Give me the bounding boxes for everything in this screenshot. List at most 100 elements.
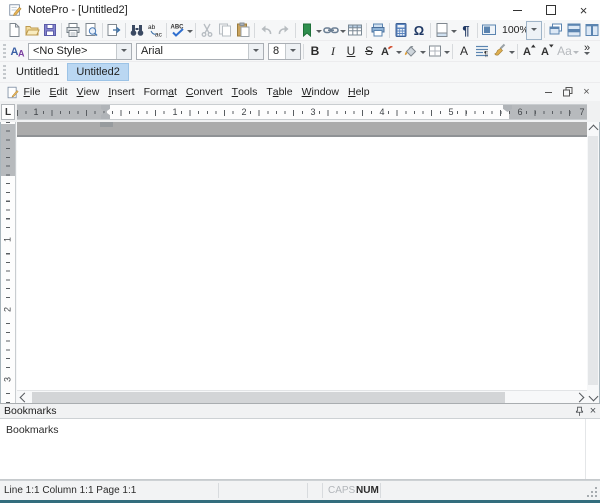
font-size-dropdown-button[interactable] bbox=[285, 43, 300, 59]
minimize-button[interactable] bbox=[501, 0, 534, 20]
underline-button[interactable]: U bbox=[342, 42, 360, 61]
mdi-close-button[interactable]: × bbox=[577, 85, 596, 99]
svg-text:A: A bbox=[381, 46, 389, 58]
menu-table[interactable]: Ta ble bbox=[262, 84, 297, 100]
font-dropdown-button[interactable] bbox=[248, 43, 263, 59]
insert-symbol-button[interactable]: Ω bbox=[410, 21, 428, 40]
menu-help[interactable]: Help bbox=[343, 84, 374, 100]
change-case-button[interactable]: Aa bbox=[556, 42, 580, 61]
style-picker-button[interactable]: AA bbox=[8, 42, 28, 61]
paragraph-settings-button[interactable]: ¶ bbox=[473, 42, 491, 61]
page-view-button[interactable] bbox=[433, 21, 457, 40]
menu-format[interactable]: Form a t bbox=[139, 84, 181, 100]
vertical-scrollbar[interactable] bbox=[587, 122, 599, 403]
title-bar: NotePro - [Untitled2] × bbox=[0, 0, 600, 20]
scissors-icon bbox=[201, 23, 213, 37]
mail-button[interactable] bbox=[369, 21, 387, 40]
formatting-marks-button[interactable]: ¶ bbox=[457, 21, 475, 40]
redo-button[interactable] bbox=[275, 21, 293, 40]
menu-insert[interactable]: Insert bbox=[104, 84, 139, 100]
menu-window[interactable]: Window bbox=[297, 84, 343, 100]
horizontal-scroll-thumb[interactable] bbox=[32, 391, 505, 403]
format-painter-button[interactable] bbox=[491, 42, 515, 61]
document-page[interactable] bbox=[17, 137, 587, 390]
scroll-down-button[interactable] bbox=[587, 389, 599, 403]
toolbar-grip[interactable] bbox=[3, 65, 6, 79]
tab-stop-selector[interactable]: L bbox=[1, 104, 15, 120]
grow-font-button[interactable]: A bbox=[520, 42, 538, 61]
dropdown-arrow-icon bbox=[395, 50, 402, 57]
bookmark-button[interactable] bbox=[298, 21, 322, 40]
close-icon: × bbox=[589, 404, 597, 417]
zoom-dropdown-button[interactable] bbox=[526, 20, 542, 40]
tab-untitled2[interactable]: Untitled2 bbox=[67, 63, 129, 81]
split-vertical-button[interactable] bbox=[583, 21, 600, 40]
toolbar-overflow-button[interactable]: » bbox=[580, 42, 594, 61]
horizontal-scrollbar[interactable] bbox=[17, 390, 587, 403]
dropdown-arrow-icon bbox=[443, 50, 450, 57]
font-dialog-button[interactable]: A bbox=[455, 42, 473, 61]
find-button[interactable] bbox=[128, 21, 146, 40]
new-document-button[interactable] bbox=[5, 21, 23, 40]
tab-untitled1[interactable]: Untitled1 bbox=[8, 63, 67, 81]
paint-bucket-icon bbox=[404, 46, 416, 57]
mdi-minimize-button[interactable] bbox=[539, 85, 558, 99]
menu-tools[interactable]: Tools bbox=[227, 84, 262, 100]
italic-button[interactable]: I bbox=[324, 42, 342, 61]
bold-button[interactable]: B bbox=[306, 42, 324, 61]
tab-stop-type-label: L bbox=[4, 106, 12, 118]
maximize-button[interactable] bbox=[534, 0, 567, 20]
menu-file[interactable]: File bbox=[19, 84, 45, 100]
insert-table-button[interactable] bbox=[346, 21, 364, 40]
print-button[interactable] bbox=[64, 21, 82, 40]
close-button[interactable]: × bbox=[567, 0, 600, 20]
ruler-number: 1 bbox=[31, 107, 41, 118]
undo-button[interactable] bbox=[257, 21, 275, 40]
export-button[interactable] bbox=[105, 21, 123, 40]
style-dropdown-button[interactable] bbox=[116, 43, 131, 59]
strikethrough-button[interactable]: S bbox=[360, 42, 378, 61]
copy-button[interactable] bbox=[216, 21, 234, 40]
change-case-icon: Aa bbox=[557, 44, 572, 58]
menu-edit[interactable]: Edit bbox=[45, 84, 72, 100]
pin-panel-button[interactable] bbox=[572, 405, 586, 418]
vertical-scroll-thumb[interactable] bbox=[588, 136, 598, 385]
cut-button[interactable] bbox=[198, 21, 216, 40]
replace-button[interactable]: ab ac bbox=[146, 21, 164, 40]
scroll-left-button[interactable] bbox=[17, 391, 32, 404]
borders-icon bbox=[428, 45, 441, 57]
open-button[interactable] bbox=[23, 21, 41, 40]
borders-button[interactable] bbox=[426, 42, 450, 61]
save-button[interactable] bbox=[41, 21, 59, 40]
close-panel-button[interactable]: × bbox=[586, 405, 600, 418]
paste-button[interactable] bbox=[234, 21, 252, 40]
zoom-button[interactable] bbox=[480, 21, 498, 40]
font-size-select[interactable]: 8 bbox=[268, 42, 301, 60]
menu-view[interactable]: View bbox=[72, 84, 104, 100]
scroll-right-button[interactable] bbox=[572, 391, 587, 404]
split-vertical-icon bbox=[585, 24, 599, 36]
grow-font-icon: A bbox=[523, 44, 536, 58]
resize-grip[interactable] bbox=[587, 487, 589, 489]
split-horizontal-button[interactable] bbox=[565, 21, 583, 40]
hyperlink-button[interactable] bbox=[322, 21, 346, 40]
highlight-button[interactable] bbox=[402, 42, 426, 61]
spellcheck-button[interactable]: ABC bbox=[169, 21, 193, 40]
font-select[interactable]: Arial bbox=[136, 42, 264, 60]
menu-convert[interactable]: Convert bbox=[181, 84, 227, 100]
style-select[interactable]: <No Style> bbox=[28, 42, 132, 60]
margin-drag-handle[interactable] bbox=[100, 122, 113, 127]
svg-text:¶: ¶ bbox=[484, 49, 488, 58]
cascade-windows-button[interactable] bbox=[547, 21, 565, 40]
zoom-level-select[interactable]: 100% bbox=[498, 20, 542, 40]
scroll-up-button[interactable] bbox=[587, 122, 599, 136]
print-preview-button[interactable] bbox=[82, 21, 100, 40]
calculator-button[interactable] bbox=[392, 21, 410, 40]
tab-label: Untitled2 bbox=[76, 66, 120, 78]
mdi-restore-button[interactable] bbox=[558, 85, 577, 99]
bookmarks-panel-header: Bookmarks × bbox=[0, 404, 600, 419]
shrink-font-button[interactable]: A bbox=[538, 42, 556, 61]
toolbar-grip[interactable] bbox=[3, 44, 6, 58]
font-color-button[interactable]: A bbox=[378, 42, 402, 61]
bookmarks-panel[interactable]: Bookmarks bbox=[0, 419, 600, 480]
